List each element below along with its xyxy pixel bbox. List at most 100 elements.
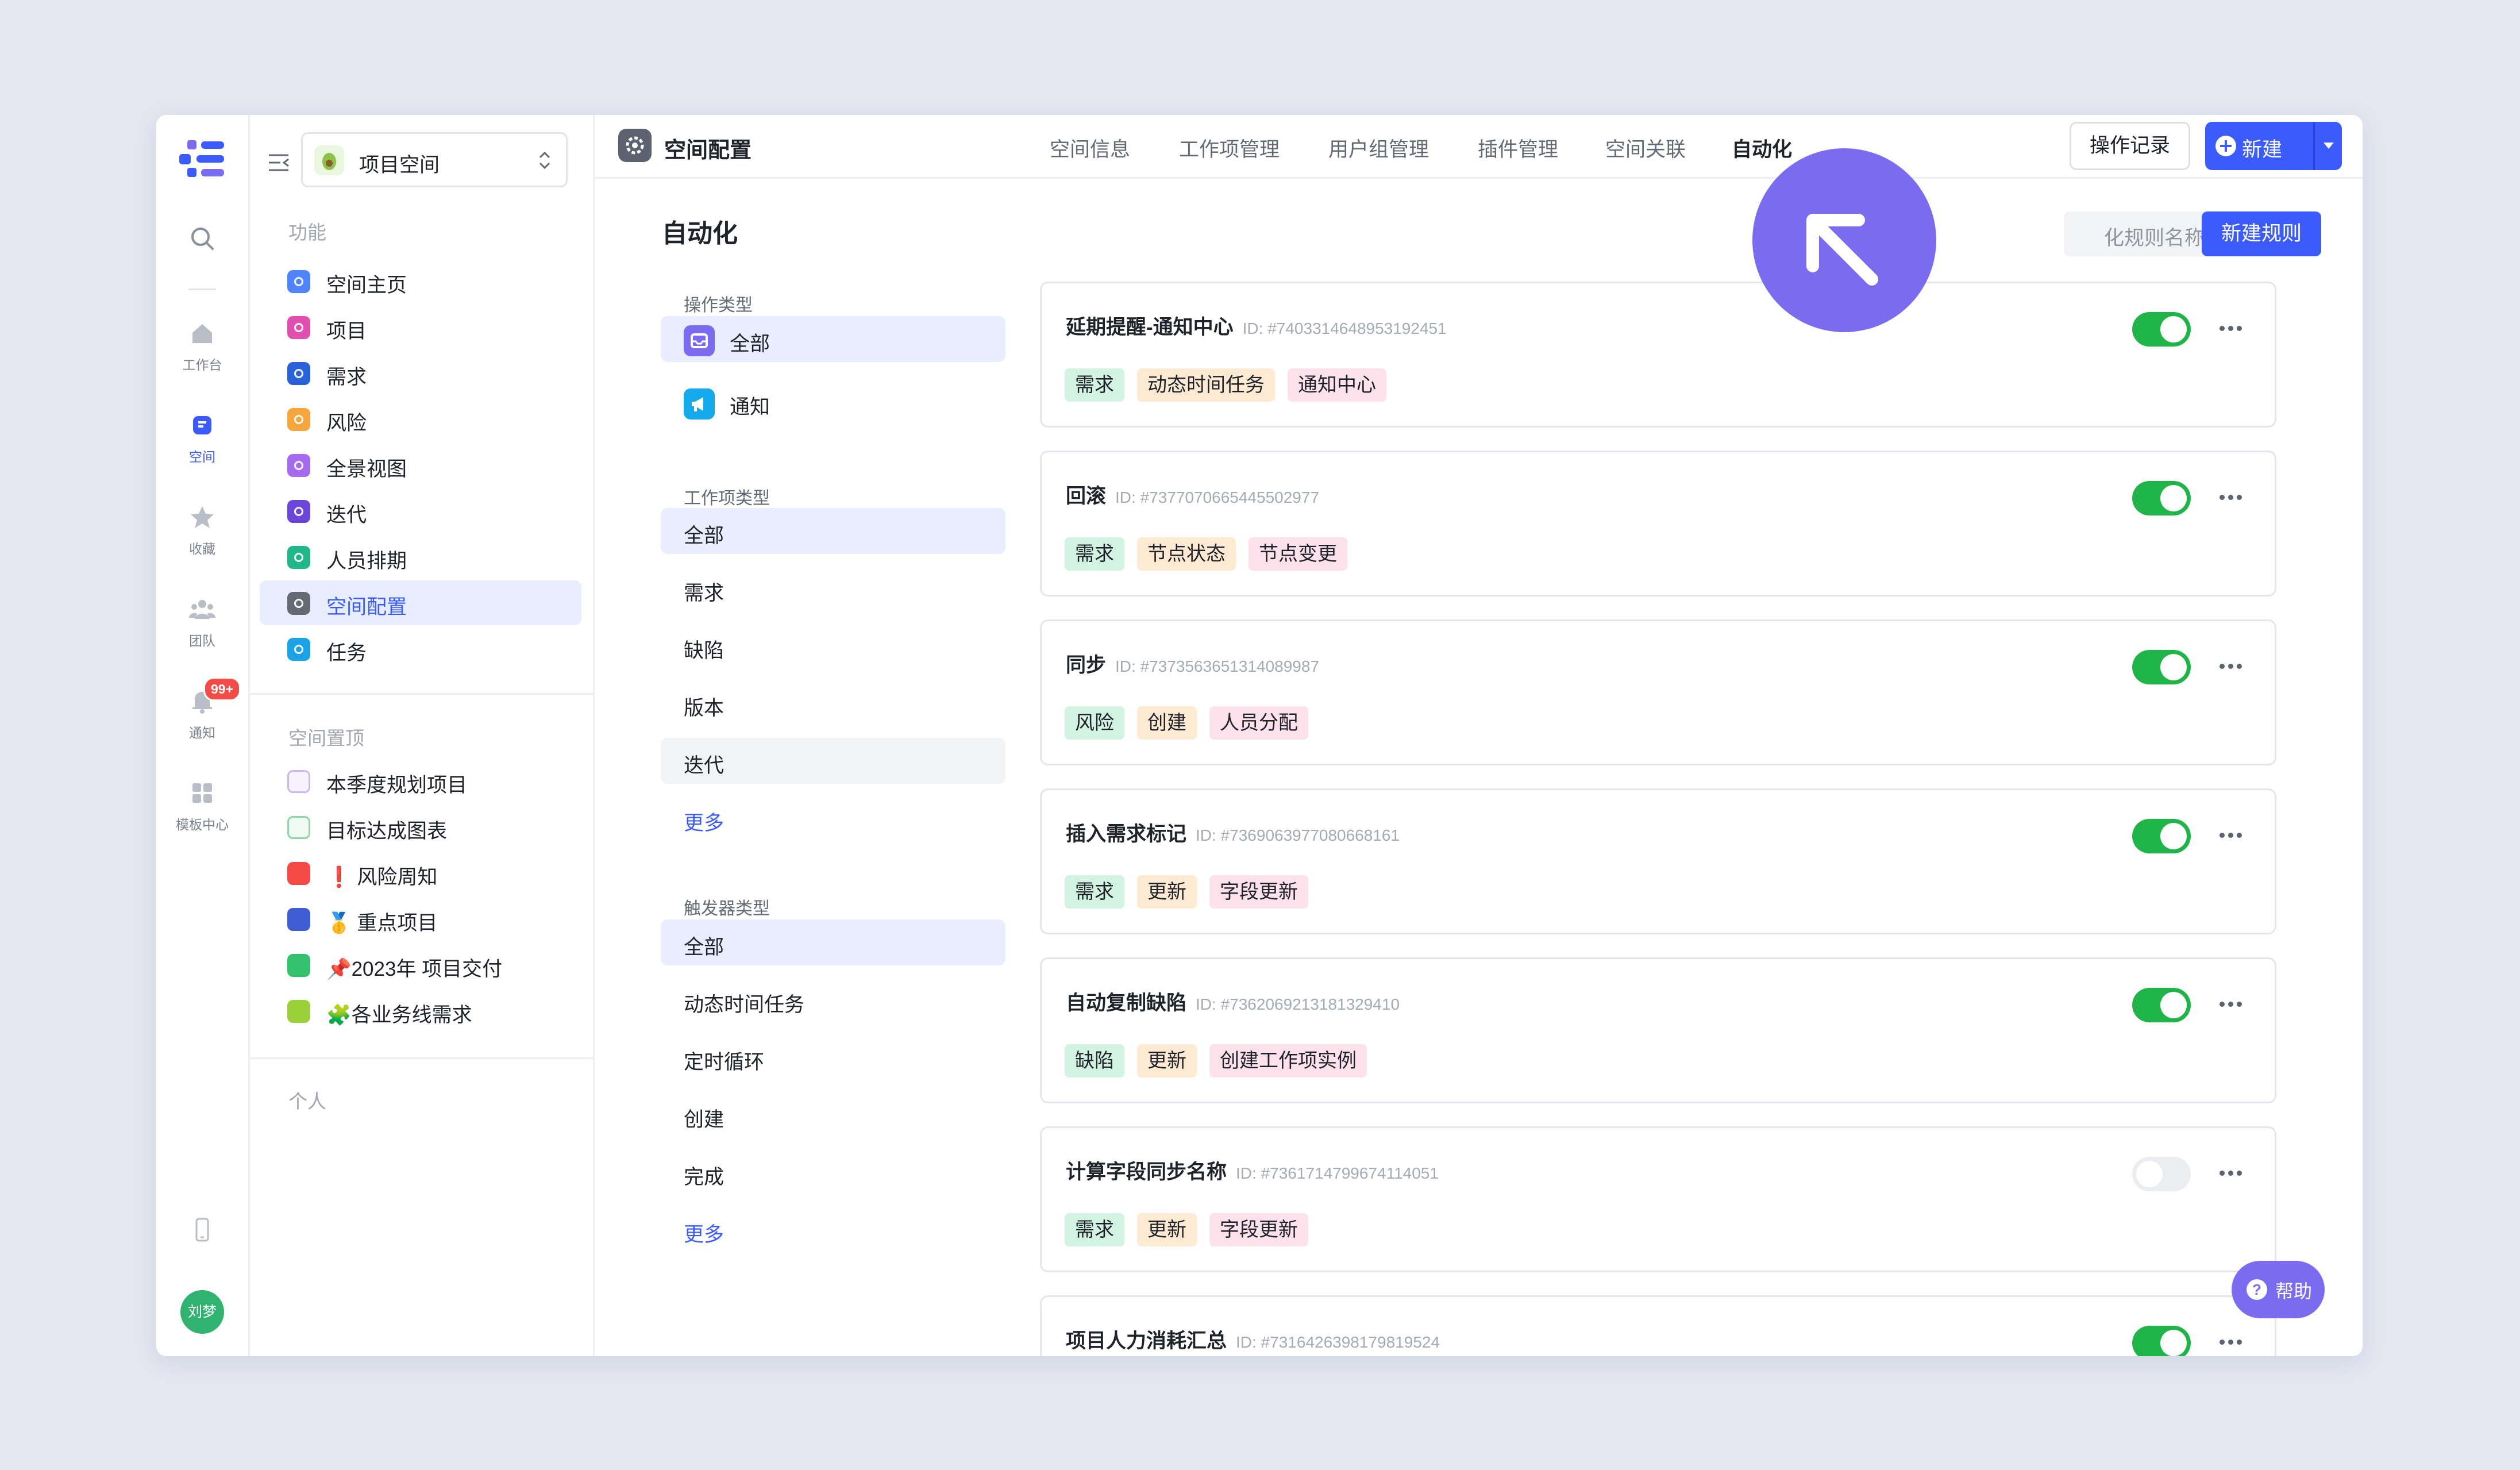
filter-item-version[interactable]: 版本 (661, 680, 1005, 726)
nav-item-iteration[interactable]: 迭代 (260, 488, 581, 533)
help-button[interactable]: ? 帮助 (2232, 1261, 2325, 1318)
nav-item-schedule[interactable]: 人员排期 (260, 534, 581, 579)
avatar[interactable]: 刘梦 (180, 1290, 224, 1334)
tag: 需求 (1065, 537, 1124, 571)
rule-id-value: #7369063977080668161 (1220, 826, 1400, 844)
filter-label: 完成 (684, 1166, 725, 1188)
filter-item-requirement[interactable]: 需求 (661, 565, 1005, 611)
rule-id-prefix: ID: (1196, 826, 1216, 844)
app-logo-icon[interactable] (179, 140, 225, 177)
rule-id-value: #7403314648953192451 (1267, 320, 1447, 337)
pinned-item[interactable]: 📌2023年 项目交付 (260, 942, 581, 987)
rule-enable-toggle[interactable] (2132, 650, 2191, 684)
new-button-label: 新建 (2242, 138, 2283, 161)
tag: 更新 (1137, 1044, 1197, 1078)
space-name: 项目空间 (359, 154, 440, 176)
rail-item-templates[interactable]: 模板中心 (156, 779, 248, 833)
tab-user-group[interactable]: 用户组管理 (1328, 133, 1429, 163)
tag: 字段更新 (1209, 875, 1308, 909)
nav-item-requirement[interactable]: 需求 (260, 351, 581, 395)
rule-enable-toggle[interactable] (2132, 1326, 2191, 1356)
rule-name-row: 同步 ID: #7373563651314089987 (1066, 649, 1319, 678)
help-label: 帮助 (2275, 1281, 2313, 1302)
rail-divider (188, 288, 216, 290)
filter-label: 创建 (684, 1109, 725, 1131)
filter-item-defect[interactable]: 缺陷 (661, 623, 1005, 669)
rule-card[interactable]: 回滚 ID: #7377070665445502977 需求 节点状态 节点变更 (1040, 451, 2276, 597)
more-options-icon[interactable] (2220, 664, 2242, 669)
pinned-item[interactable]: 🧩各业务线需求 (260, 988, 581, 1033)
rule-id: ID: #7377070665445502977 (1115, 488, 1319, 506)
operation-log-button[interactable]: 操作记录 (2070, 122, 2190, 170)
nav-item-space-config[interactable]: 空间配置 (260, 580, 581, 625)
rule-card[interactable]: 项目人力消耗汇总 ID: #7316426398179819524 (1040, 1295, 2276, 1356)
new-rule-button[interactable]: 新建规则 (2202, 211, 2321, 256)
rail-search[interactable] (156, 224, 248, 256)
rule-enable-toggle[interactable] (2132, 481, 2191, 515)
nav-item-panorama[interactable]: 全景视图 (260, 442, 581, 487)
pinned-label-wrap: 🥇 重点项目 (326, 907, 437, 936)
filter-item-all[interactable]: 全部 (661, 508, 1005, 554)
rail-item-workbench[interactable]: 工作台 (156, 319, 248, 374)
rule-card[interactable]: 插入需求标记 ID: #7369063977080668161 需求 更新 字段更… (1040, 788, 2276, 934)
pinned-item[interactable]: 目标达成图表 (260, 805, 581, 849)
nav-item-space-home[interactable]: 空间主页 (260, 259, 581, 303)
nav-label: 需求 (326, 366, 367, 388)
rule-id-value: #7377070665445502977 (1140, 488, 1320, 506)
tab-space-info[interactable]: 空间信息 (1050, 133, 1130, 163)
filter-op-all[interactable]: 全部 (661, 316, 1005, 362)
more-options-icon[interactable] (2220, 1340, 2242, 1345)
pinned-item[interactable]: 🥇 重点项目 (260, 896, 581, 941)
pinned-label-wrap: 📌2023年 项目交付 (326, 953, 502, 982)
rule-card[interactable]: 自动复制缺陷 ID: #7362069213181329410 缺陷 更新 创建工… (1040, 957, 2276, 1103)
tag: 缺陷 (1065, 1044, 1124, 1078)
filter-op-type-title: 操作类型 (684, 296, 753, 315)
more-options-icon[interactable] (2220, 1002, 2242, 1007)
question-icon: ? (2247, 1279, 2267, 1300)
tab-space-link[interactable]: 空间关联 (1605, 133, 1686, 163)
rail-item-space[interactable]: 空间 (156, 411, 248, 465)
rail-item-team[interactable]: 团队 (156, 595, 248, 649)
rule-enable-toggle[interactable] (2132, 819, 2191, 853)
rule-enable-toggle[interactable] (2132, 988, 2191, 1022)
nav-item-project[interactable]: 项目 (260, 305, 581, 349)
filter-trigger-complete[interactable]: 完成 (661, 1149, 1005, 1195)
filter-trigger-create[interactable]: 创建 (661, 1092, 1005, 1138)
more-options-icon[interactable] (2220, 1171, 2242, 1176)
collapse-sidebar-icon[interactable] (265, 149, 292, 176)
rule-card[interactable]: 延期提醒-通知中心 ID: #7403314648953192451 需求 动态时… (1040, 282, 2276, 428)
rule-card[interactable]: 同步 ID: #7373563651314089987 风险 创建 人员分配 (1040, 619, 2276, 765)
settings-icon (287, 592, 310, 615)
section-features-title: 功能 (288, 222, 326, 243)
rule-card[interactable]: 计算字段同步名称 ID: #7361714799674114051 需求 更新 字… (1040, 1126, 2276, 1272)
filter-trigger-schedule[interactable]: 定时循环 (661, 1034, 1005, 1080)
rule-id-value: #7373563651314089987 (1140, 657, 1320, 675)
pinned-item[interactable]: ❗ 风险周知 (260, 851, 581, 895)
filter-trigger-dynamic[interactable]: 动态时间任务 (661, 977, 1005, 1023)
top-bar: 空间配置 空间信息 工作项管理 用户组管理 插件管理 空间关联 自动化 操作记录… (593, 115, 2363, 179)
tab-work-item[interactable]: 工作项管理 (1179, 133, 1280, 163)
more-options-icon[interactable] (2220, 833, 2242, 838)
pinned-label: 各业务线需求 (351, 1004, 472, 1026)
nav-item-risk[interactable]: 风险 (260, 397, 581, 441)
rail-mobile[interactable] (156, 1215, 248, 1247)
space-selector[interactable]: 项目空间 (301, 132, 568, 187)
rule-name: 延期提醒-通知中心 (1066, 316, 1234, 338)
filter-trigger-all[interactable]: 全部 (661, 919, 1005, 965)
filter-item-more-link[interactable]: 更多 (661, 795, 1005, 841)
filter-trigger-more-link[interactable]: 更多 (661, 1207, 1005, 1253)
new-button[interactable]: 新建 (2205, 122, 2342, 170)
tab-plugins[interactable]: 插件管理 (1478, 133, 1558, 163)
more-options-icon[interactable] (2220, 495, 2242, 501)
more-options-icon[interactable] (2220, 326, 2242, 332)
pinned-item[interactable]: 本季度规划项目 (260, 759, 581, 803)
tag: 更新 (1137, 1213, 1197, 1246)
nav-item-task[interactable]: 任务 (260, 626, 581, 671)
megaphone-icon (684, 388, 715, 420)
chevron-down-icon[interactable] (2324, 143, 2334, 149)
filter-item-iteration[interactable]: 迭代 (661, 738, 1005, 784)
rail-item-favorites[interactable]: 收藏 (156, 503, 248, 557)
rule-enable-toggle[interactable] (2132, 312, 2191, 347)
filter-op-notify[interactable]: 通知 (661, 379, 1005, 425)
rule-enable-toggle[interactable] (2132, 1157, 2191, 1191)
